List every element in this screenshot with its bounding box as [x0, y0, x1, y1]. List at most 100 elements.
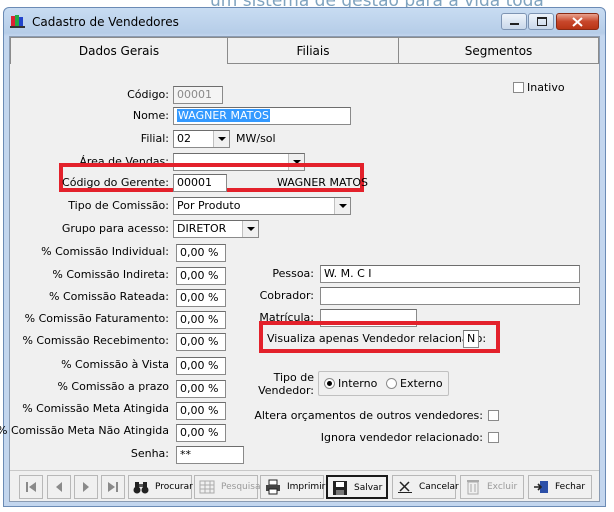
altera-orcamentos-label: Altera orçamentos de outros vendedores:	[254, 409, 483, 422]
imprimir-button[interactable]: Imprimir	[260, 475, 326, 499]
codigo-label: Código:	[127, 88, 169, 101]
tab-filiais[interactable]: Filiais	[228, 37, 399, 64]
comissao-indireta-label: % Comissão Indireta:	[52, 268, 169, 281]
fechar-button[interactable]: Fechar	[528, 475, 592, 499]
pessoa-label: Pessoa:	[272, 267, 314, 280]
pesquisa-button[interactable]: Pesquisa	[194, 475, 261, 499]
pessoa-field[interactable]: W. M. C I	[320, 265, 580, 283]
trash-icon	[467, 480, 479, 495]
table-grid-icon	[199, 480, 215, 494]
comissao-indireta-field[interactable]: 0,00 %	[176, 267, 226, 285]
maximize-button[interactable]	[528, 13, 554, 30]
tipo-vendedor-label-1: Tipo de	[273, 371, 314, 384]
app-icon	[10, 15, 25, 28]
comissao-meta-atingida-label: % Comissão Meta Atingida	[22, 402, 169, 415]
close-icon	[572, 17, 583, 27]
minimize-button[interactable]	[501, 13, 527, 30]
filial-value: 02	[177, 132, 191, 145]
excluir-button[interactable]: Excluir	[460, 475, 524, 499]
printer-icon	[266, 479, 280, 495]
last-record-button[interactable]	[101, 475, 125, 499]
comissao-meta-nao-atingida-field[interactable]: 0,00 %	[176, 424, 226, 442]
comissao-vista-label: % Comissão à Vista	[61, 358, 169, 371]
nome-value: WAGNER MATOS	[177, 109, 270, 122]
imprimir-label: Imprimir	[287, 482, 326, 492]
cobrador-field[interactable]	[320, 287, 580, 305]
externo-label: Externo	[400, 377, 443, 390]
comissao-recebimento-field[interactable]: 0,00 %	[176, 333, 226, 351]
grupo-label: Grupo para acesso:	[61, 222, 169, 235]
salvar-label: Salvar	[354, 483, 383, 493]
senha-field[interactable]: **	[176, 446, 244, 464]
tab-segmentos[interactable]: Segmentos	[399, 37, 599, 64]
visualiza-field[interactable]: N	[463, 330, 479, 348]
comissao-prazo-field[interactable]: 0,00 %	[176, 380, 226, 398]
fechar-label: Fechar	[555, 482, 586, 492]
window-title: Cadastro de Vendedores	[32, 15, 179, 29]
excluir-label: Excluir	[487, 482, 518, 492]
comissao-faturamento-field[interactable]: 0,00 %	[176, 311, 226, 329]
bottom-toolbar: Procurar Pesquisa Imprimir Salvar Cancel…	[10, 470, 599, 502]
tipo-vendedor-label-2: Vendedor:	[258, 384, 314, 397]
cobrador-label: Cobrador:	[259, 289, 314, 302]
interno-label: Interno	[338, 377, 378, 390]
pesquisa-label: Pesquisa	[221, 482, 261, 492]
chevron-down-icon[interactable]	[213, 131, 229, 147]
filial-label: Filial:	[140, 132, 169, 145]
comissao-individual-field[interactable]: 0,00 %	[176, 244, 226, 262]
close-button[interactable]	[556, 13, 599, 30]
altera-orcamentos-checkbox[interactable]	[488, 410, 499, 421]
codigo-field[interactable]: 00001	[173, 86, 223, 104]
grupo-value: DIRETOR	[177, 222, 227, 235]
filial-select[interactable]: 02	[173, 130, 230, 148]
filial-description: MW/sol	[236, 132, 276, 145]
tipo-comissao-value: Por Produto	[177, 199, 241, 212]
gerente-name: WAGNER MATOS	[277, 176, 368, 189]
comissao-faturamento-label: % Comissão Faturamento:	[24, 312, 169, 325]
cancelar-label: Cancelar	[419, 482, 459, 492]
cancelar-button[interactable]: Cancelar	[392, 475, 459, 499]
comissao-rateada-label: % Comissão Rateada:	[49, 290, 169, 303]
vendedores-window: Cadastro de Vendedores Dados Gerais Fili…	[0, 7, 606, 507]
binoculars-icon	[133, 482, 149, 494]
procurar-button[interactable]: Procurar	[128, 475, 193, 499]
inativo-label: Inativo	[527, 81, 565, 94]
minimize-icon	[510, 23, 519, 25]
tipo-comissao-label: Tipo de Comissão:	[68, 199, 169, 212]
procurar-label: Procurar	[155, 482, 193, 492]
gerente-field[interactable]: 00001	[173, 174, 227, 192]
client-area: Dados Gerais Filiais Segmentos Código: 0…	[0, 36, 600, 502]
previous-record-button[interactable]	[47, 475, 71, 499]
interno-radio[interactable]	[324, 378, 335, 389]
comissao-recebimento-label: % Comissão Recebimento:	[22, 334, 169, 347]
comissao-rateada-field[interactable]: 0,00 %	[176, 289, 226, 307]
nome-label: Nome:	[132, 109, 169, 122]
comissao-meta-nao-atingida-label: % Comissão Meta Não Atingida	[0, 424, 169, 437]
grupo-select[interactable]: DIRETOR	[173, 220, 259, 238]
title-bar: Cadastro de Vendedores	[4, 8, 605, 35]
gerente-label: Código do Gerente:	[62, 176, 169, 189]
salvar-button[interactable]: Salvar	[326, 475, 388, 499]
previous-record-icon	[56, 482, 62, 492]
comissao-prazo-label: % Comissão a prazo	[57, 380, 169, 393]
floppy-disk-icon	[333, 481, 347, 495]
cancel-x-icon	[398, 481, 412, 493]
nome-field[interactable]: WAGNER MATOS	[173, 107, 351, 125]
tipo-comissao-select[interactable]: Por Produto	[173, 197, 351, 215]
comissao-individual-label: % Comissão Individual:	[41, 245, 169, 258]
next-record-button[interactable]	[74, 475, 98, 499]
comissao-vista-field[interactable]: 0,00 %	[176, 357, 226, 375]
ignora-vendedor-checkbox[interactable]	[488, 432, 499, 443]
tab-dados-gerais[interactable]: Dados Gerais	[10, 37, 228, 64]
chevron-down-icon[interactable]	[334, 198, 350, 214]
inativo-checkbox[interactable]	[513, 82, 524, 93]
next-record-icon	[83, 482, 89, 492]
comissao-meta-atingida-field[interactable]: 0,00 %	[176, 402, 226, 420]
last-record-icon	[108, 482, 118, 492]
senha-label: Senha:	[130, 447, 169, 460]
chevron-down-icon[interactable]	[242, 221, 258, 237]
externo-radio[interactable]	[386, 378, 397, 389]
visualiza-label: Visualiza apenas Vendedor relacionado:	[267, 332, 487, 345]
first-record-button[interactable]	[19, 475, 43, 499]
ignora-vendedor-label: Ignora vendedor relacionado:	[320, 431, 483, 444]
